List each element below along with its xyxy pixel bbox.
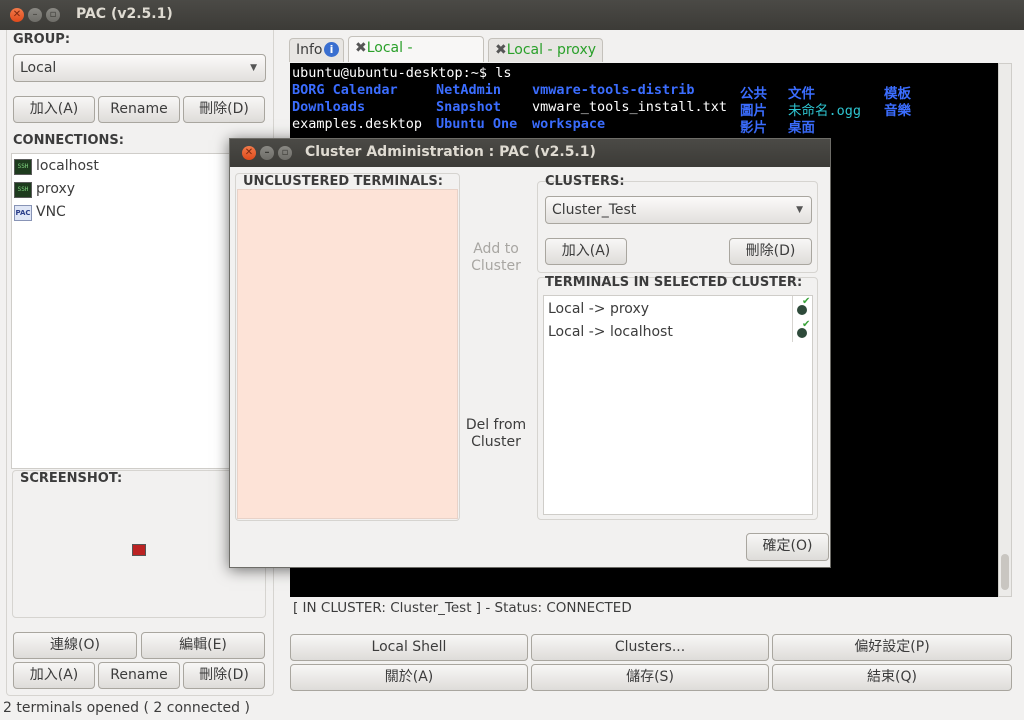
screenshot-thumbnail-icon[interactable] <box>132 544 146 556</box>
window-titlebar[interactable]: ✕ – ▫ PAC (v2.5.1) <box>0 0 1024 30</box>
terminal-entry: Downloads <box>292 99 366 115</box>
terminal-name: Local -> proxy <box>548 301 650 317</box>
terminal-prompt: ubuntu@ubuntu-desktop:~$ ls <box>292 65 512 81</box>
terminal-entry: vmware-tools-distrib <box>532 82 695 98</box>
cluster-add-button[interactable]: 加入(A) <box>545 238 627 265</box>
terminal-status: [ IN CLUSTER: Cluster_Test ] - Status: C… <box>293 600 632 616</box>
tab-info-label: Info <box>296 42 323 58</box>
tab-proxy-label: Local - proxy <box>506 42 597 58</box>
add-to-cluster-button[interactable]: Add to Cluster <box>462 241 530 275</box>
tab-local-localhost[interactable]: ✖Local - localhost <box>348 36 484 78</box>
terminal-entry: 影片 <box>740 120 767 136</box>
info-icon: i <box>324 42 339 57</box>
connections-list[interactable]: SSH localhost SSH proxy PAC VNC <box>11 153 264 469</box>
chevron-down-icon: ▼ <box>796 205 803 215</box>
close-icon[interactable]: ✖ <box>355 40 367 56</box>
edit-button[interactable]: 編輯(E) <box>141 632 265 659</box>
terminal-entry: 音樂 <box>884 103 911 119</box>
terminal-entry: BORG Calendar <box>292 82 398 98</box>
terminal-scrollbar[interactable] <box>998 63 1012 597</box>
clusters-button[interactable]: Clusters... <box>531 634 769 661</box>
terminal-entry: workspace <box>532 116 606 132</box>
terminal-entry: Snapshot <box>436 99 502 115</box>
quit-button[interactable]: 結束(Q) <box>772 664 1012 691</box>
unclustered-label: UNCLUSTERED TERMINALS: <box>243 174 443 189</box>
group-delete-button[interactable]: 刪除(D) <box>183 96 265 123</box>
dialog-title: Cluster Administration : PAC (v2.5.1) <box>305 144 596 160</box>
maximize-window-icon[interactable]: ▫ <box>46 8 60 22</box>
group-add-button[interactable]: 加入(A) <box>13 96 95 123</box>
cluster-admin-dialog: ✕ – ▫ Cluster Administration : PAC (v2.5… <box>229 138 831 568</box>
rename-connection-button[interactable]: Rename <box>98 662 180 689</box>
terminal-name: Local -> localhost <box>548 324 673 340</box>
terminal-entry: Ubuntu One <box>436 116 518 132</box>
del-from-cluster-button[interactable]: Del from Cluster <box>462 417 530 451</box>
group-select[interactable]: Local ▼ <box>13 54 266 82</box>
tab-info[interactable]: Info i <box>289 38 344 62</box>
terminal-entry: examples.desktop <box>292 116 423 132</box>
cluster-terminals-list[interactable]: Local -> proxy ✔ Local -> localhost ✔ <box>543 295 813 515</box>
minimize-dialog-icon[interactable]: – <box>260 146 274 160</box>
terminal-entry: NetAdmin <box>436 82 502 98</box>
group-rename-button[interactable]: Rename <box>98 96 180 123</box>
group-label: GROUP: <box>13 32 71 47</box>
screenshot-label: SCREENSHOT: <box>20 471 123 486</box>
connections-label: CONNECTIONS: <box>13 133 124 148</box>
group-select-value: Local <box>20 60 57 76</box>
list-item[interactable]: Local -> localhost <box>548 321 810 343</box>
scrollbar-thumb[interactable] <box>1001 554 1009 590</box>
tab-local-proxy[interactable]: ✖Local - proxy <box>488 38 603 62</box>
connection-name: proxy <box>36 181 76 197</box>
unclustered-list[interactable] <box>237 189 458 519</box>
chevron-down-icon: ▼ <box>250 63 257 73</box>
connection-name: localhost <box>36 158 99 174</box>
delete-connection-button[interactable]: 刪除(D) <box>183 662 265 689</box>
maximize-dialog-icon[interactable]: ▫ <box>278 146 292 160</box>
check-icon: ✔ <box>802 319 811 330</box>
connect-button[interactable]: 連線(O) <box>13 632 137 659</box>
close-window-icon[interactable]: ✕ <box>10 8 24 22</box>
terminals-label: TERMINALS IN SELECTED CLUSTER: <box>545 275 803 290</box>
ok-button[interactable]: 確定(O) <box>746 533 829 561</box>
list-item[interactable]: Local -> proxy <box>548 298 810 320</box>
window-title: PAC (v2.5.1) <box>76 6 173 22</box>
close-dialog-icon[interactable]: ✕ <box>242 146 256 160</box>
cluster-delete-button[interactable]: 刪除(D) <box>729 238 812 265</box>
local-shell-button[interactable]: Local Shell <box>290 634 528 661</box>
ssh-icon: SSH <box>14 159 32 175</box>
dialog-titlebar[interactable]: ✕ – ▫ Cluster Administration : PAC (v2.5… <box>230 139 830 167</box>
statusbar-text: 2 terminals opened ( 2 connected ) <box>3 700 250 716</box>
terminal-entry: vmware_tools_install.txt <box>532 99 728 115</box>
close-icon[interactable]: ✖ <box>495 42 507 58</box>
save-button[interactable]: 儲存(S) <box>531 664 769 691</box>
cluster-select[interactable]: Cluster_Test ▼ <box>545 196 812 224</box>
add-connection-button[interactable]: 加入(A) <box>13 662 95 689</box>
minimize-window-icon[interactable]: – <box>28 8 42 22</box>
ssh-icon: SSH <box>14 182 32 198</box>
preferences-button[interactable]: 偏好設定(P) <box>772 634 1012 661</box>
terminal-entry: 桌面 <box>788 120 815 136</box>
connection-name: VNC <box>36 204 66 220</box>
check-icon: ✔ <box>802 296 811 307</box>
about-button[interactable]: 關於(A) <box>290 664 528 691</box>
cluster-select-value: Cluster_Test <box>552 202 637 218</box>
vnc-icon: PAC <box>14 205 32 221</box>
column-divider <box>792 296 793 342</box>
clusters-label: CLUSTERS: <box>545 174 625 189</box>
